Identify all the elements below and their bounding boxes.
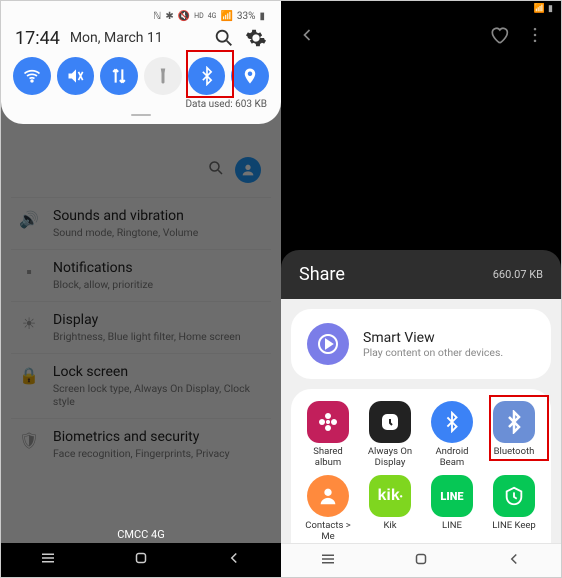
data-toggle[interactable] [100,57,138,95]
app-contacts[interactable]: Contacts > Me [299,475,357,543]
image-preview [281,57,561,250]
heart-icon[interactable] [489,25,509,49]
keep-icon [493,475,535,517]
notification-shade[interactable]: ℕ✱🔇HD4G📶33%▮ 17:44 Mon, March 11 Data us… [1,1,281,124]
app-android-beam[interactable]: Android Beam [423,401,481,469]
shade-handle[interactable] [131,114,151,116]
app-line-keep[interactable]: LINE Keep [485,475,543,543]
share-title: Share [299,264,345,285]
search-icon[interactable] [213,27,235,49]
bluetooth-icon [493,401,535,443]
person-icon [307,475,349,517]
back-icon[interactable] [297,25,317,49]
flower-icon [307,401,349,443]
wifi-toggle[interactable] [13,57,51,95]
app-shared-album[interactable]: Shared album [299,401,357,469]
share-header: Share 660.07 KB [281,250,561,299]
status-bar: 📶▮ [281,1,561,17]
highlight-bluetooth-toggle [186,50,234,98]
time: 17:44 [15,28,60,49]
app-aod[interactable]: Always On Display [361,401,419,469]
sound-toggle[interactable] [57,57,95,95]
app-bluetooth[interactable]: Bluetooth [485,401,543,469]
nav-bar [281,543,561,577]
home-button[interactable] [412,550,430,572]
recents-button[interactable] [39,549,57,571]
carrier-label: CMCC 4G [1,528,281,541]
status-bar: ℕ✱🔇HD4G📶33%▮ [11,9,271,23]
app-kik[interactable]: kik•Kik [361,475,419,543]
date: Mon, March 11 [70,30,163,46]
settings-icon[interactable] [245,27,267,49]
back-button[interactable] [505,550,523,572]
smart-view-row[interactable]: Smart ViewPlay content on other devices. [291,309,551,379]
location-toggle[interactable] [231,57,269,95]
app-line[interactable]: LINELINE [423,475,481,543]
recents-button[interactable] [319,550,337,572]
clock-icon [369,401,411,443]
kik-icon: kik• [369,475,411,517]
flashlight-toggle[interactable] [144,57,182,95]
nav-bar [1,543,281,577]
line-icon: LINE [431,475,473,517]
bluetooth-icon [431,401,473,443]
home-button[interactable] [132,549,150,571]
file-size: 660.07 KB [493,268,543,281]
more-icon[interactable] [525,25,545,49]
back-button[interactable] [225,549,243,571]
data-used-label: Data used: 603 KB [11,99,271,110]
smart-view-icon [307,323,349,365]
